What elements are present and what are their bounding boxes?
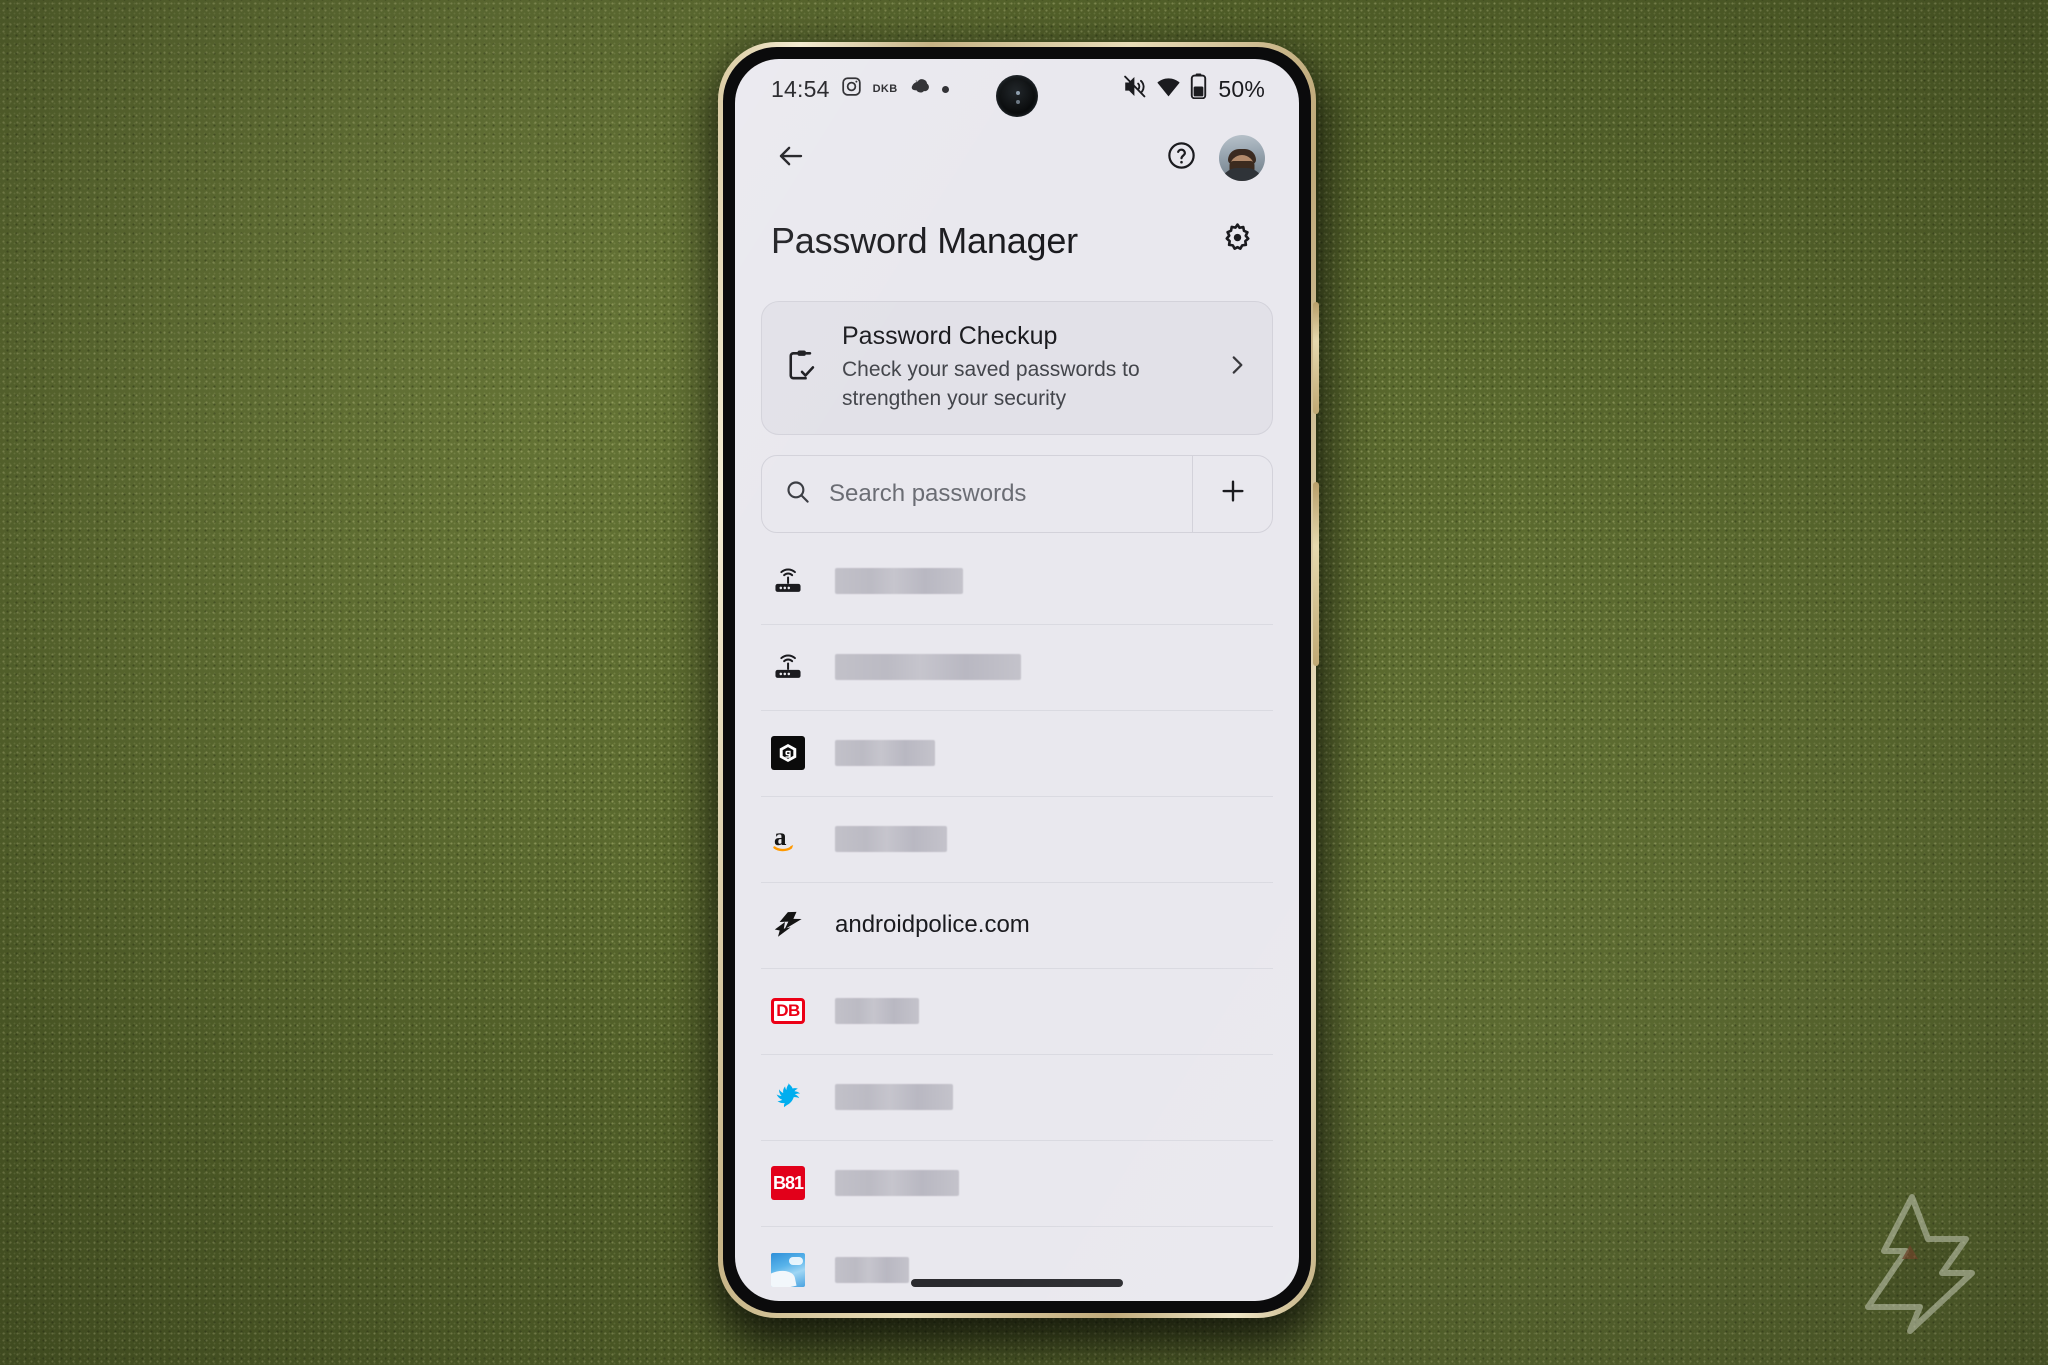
volume-button[interactable] (1313, 482, 1319, 666)
search-icon (784, 478, 811, 510)
status-bar-right: 50% (1122, 73, 1265, 105)
chevron-right-icon (1224, 352, 1250, 383)
list-item[interactable] (761, 539, 1273, 625)
ninegag-glyph (771, 736, 805, 771)
amazon-icon: a (771, 822, 805, 856)
redacted-label (835, 1084, 953, 1111)
list-item[interactable] (761, 711, 1273, 797)
list-item-label: androidpolice.com (835, 911, 1030, 939)
list-item[interactable]: a (761, 797, 1273, 883)
page-title: Password Manager (771, 220, 1078, 261)
checkup-subtitle: Check your saved passwords to strengthen… (842, 358, 1140, 410)
status-bar: 14:54 DKB 50% (735, 59, 1299, 119)
avatar[interactable] (1219, 135, 1265, 181)
power-button[interactable] (1313, 302, 1319, 414)
help-circle-icon (1166, 140, 1197, 176)
app-bar (735, 119, 1299, 197)
barclays-icon (771, 1080, 805, 1114)
list-item[interactable]: androidpolice.com (761, 883, 1273, 969)
add-password-button[interactable] (1192, 455, 1272, 532)
wifi-icon (1156, 74, 1181, 105)
settings-button[interactable] (1211, 215, 1263, 267)
help-button[interactable] (1155, 132, 1207, 184)
redacted-label (835, 1170, 959, 1197)
status-bar-left: 14:54 DKB (771, 76, 949, 103)
router-icon (771, 650, 805, 684)
android-police-logo (1816, 1189, 2002, 1339)
phone-bezel: 14:54 DKB 50% Password Manager Password … (723, 47, 1311, 1313)
search-row (761, 454, 1273, 533)
title-row: Password Manager (735, 197, 1299, 275)
phone-device: 14:54 DKB 50% Password Manager Password … (718, 42, 1319, 1318)
svg-text:a: a (774, 824, 787, 851)
redacted-label (835, 1256, 909, 1283)
b81-icon: B81 (771, 1166, 805, 1201)
clipboard-check-icon (784, 347, 820, 388)
volume-off-icon (1122, 74, 1147, 105)
list-item[interactable]: DB (761, 969, 1273, 1055)
phone-screen: 14:54 DKB 50% Password Manager Password … (735, 59, 1299, 1301)
androidpolice-icon (771, 908, 805, 942)
instagram-icon (841, 76, 862, 103)
search-input[interactable] (829, 479, 1170, 508)
list-item[interactable]: B81 (761, 1141, 1273, 1227)
dot-icon (941, 85, 949, 93)
blob-icon (909, 76, 931, 102)
avatar-body (1221, 168, 1263, 181)
plus-icon (1218, 476, 1248, 511)
app-bar-actions (1155, 132, 1265, 184)
sky-photo-icon (771, 1252, 805, 1287)
redacted-label (835, 568, 963, 595)
password-list: a androidpolice.com DB B81 (735, 539, 1299, 1301)
checkup-title: Password Checkup (842, 322, 1058, 350)
redacted-label (835, 998, 919, 1025)
front-camera-punch-hole (996, 75, 1038, 117)
dkb-badge: DKB (872, 83, 898, 95)
deutschebahn-glyph: DB (771, 998, 805, 1025)
redacted-label (835, 826, 947, 853)
password-checkup-card[interactable]: Password Checkup Check your saved passwo… (761, 301, 1273, 435)
back-arrow-icon (776, 141, 806, 176)
sky-photo-glyph (771, 1252, 805, 1287)
redacted-label (835, 654, 1021, 681)
battery-icon (1190, 73, 1207, 105)
back-button[interactable] (765, 132, 817, 184)
deutschebahn-icon: DB (771, 994, 805, 1028)
checkup-text: Password Checkup Check your saved passwo… (842, 322, 1202, 414)
status-time: 14:54 (771, 75, 830, 102)
gear-icon (1221, 222, 1254, 260)
list-item[interactable] (761, 1055, 1273, 1141)
list-item[interactable] (761, 625, 1273, 711)
router-icon (771, 564, 805, 598)
home-gesture-bar[interactable] (911, 1279, 1123, 1287)
ninegag-icon (771, 736, 805, 771)
redacted-label (835, 740, 935, 767)
search-field[interactable] (762, 456, 1192, 532)
b81-glyph: B81 (771, 1166, 805, 1201)
list-item[interactable] (761, 1227, 1273, 1301)
battery-percent: 50% (1218, 75, 1265, 102)
